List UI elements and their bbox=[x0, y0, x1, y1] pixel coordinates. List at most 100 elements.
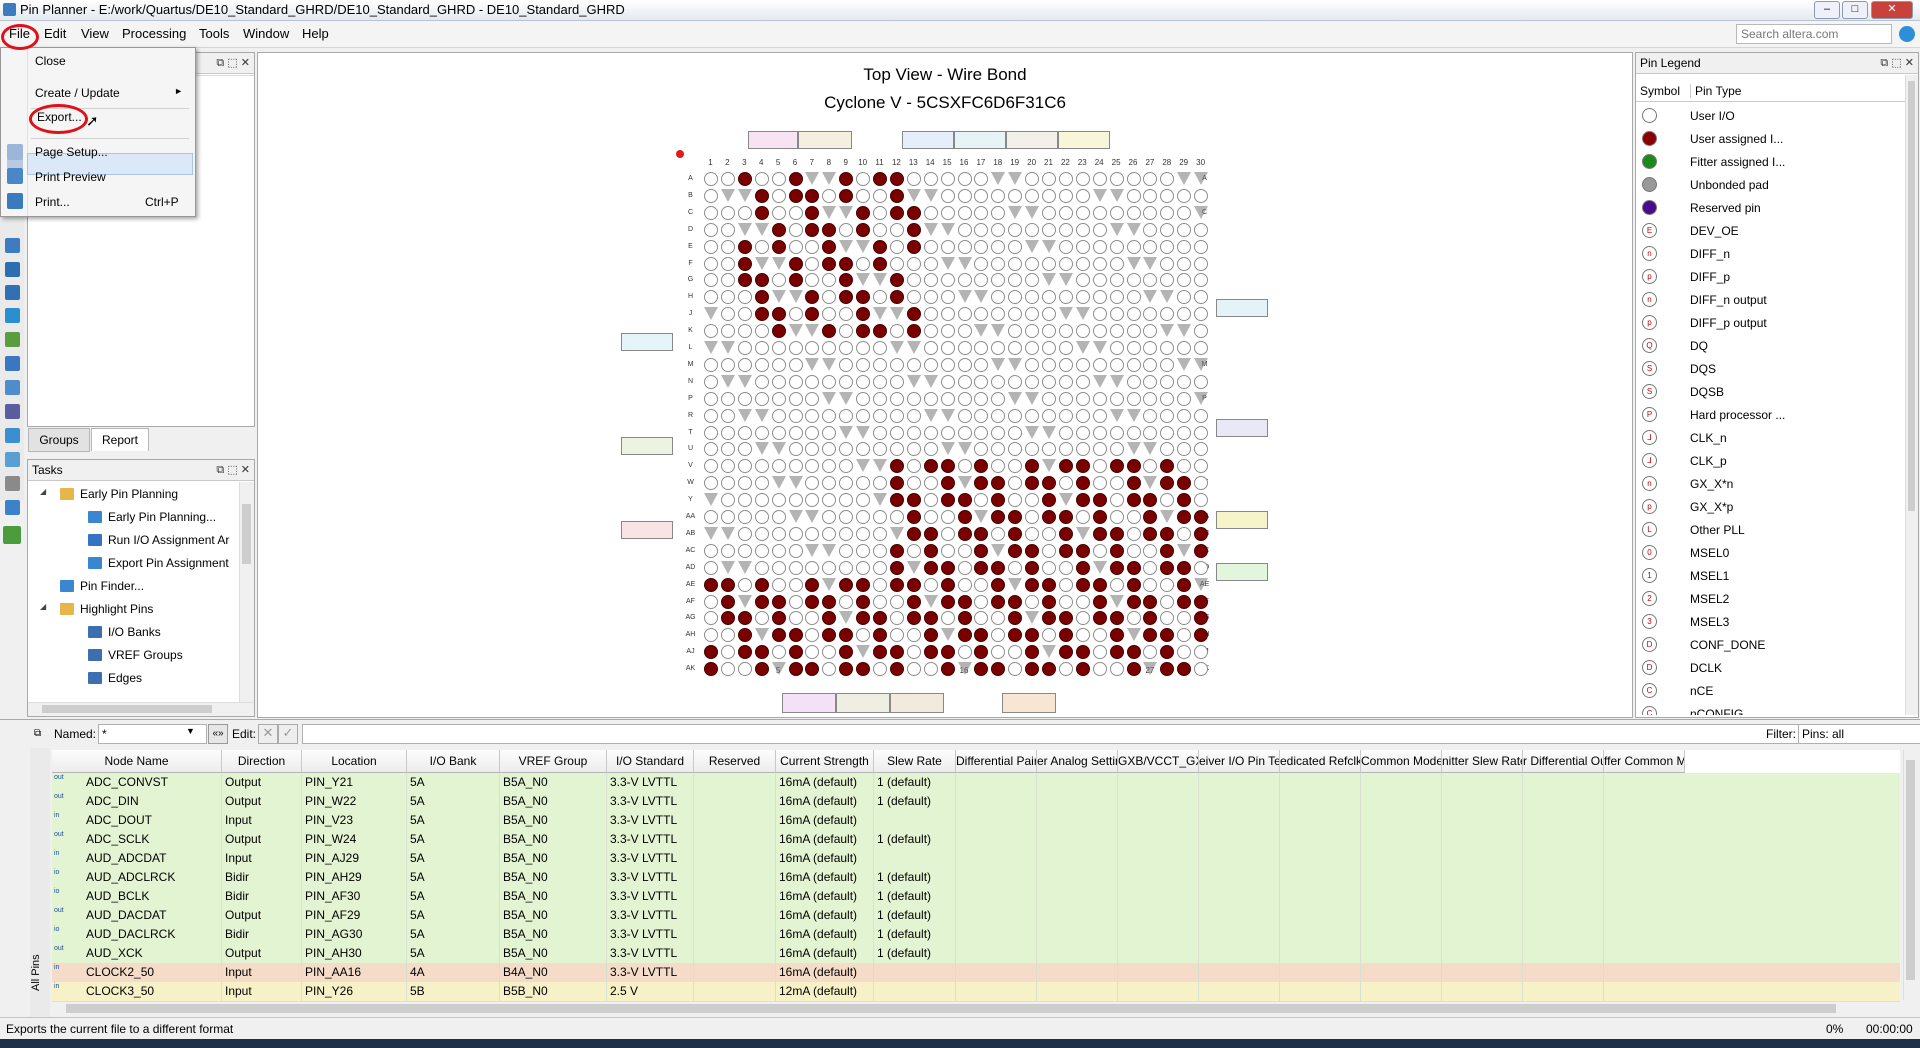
pin-cell[interactable] bbox=[974, 391, 989, 406]
pin-cell[interactable] bbox=[805, 239, 820, 254]
pin-cell[interactable] bbox=[856, 256, 871, 271]
pin-cell[interactable] bbox=[1008, 594, 1023, 609]
pin-cell[interactable] bbox=[873, 408, 887, 423]
pin-cell[interactable] bbox=[1194, 357, 1209, 371]
pin-cell[interactable] bbox=[720, 239, 735, 254]
pin-cell[interactable] bbox=[788, 493, 803, 508]
io-bank-box[interactable] bbox=[1002, 693, 1056, 713]
pin-cell[interactable] bbox=[1042, 442, 1056, 457]
pin-cell[interactable] bbox=[873, 476, 887, 491]
pin-cell[interactable] bbox=[805, 222, 820, 237]
pin-cell[interactable] bbox=[957, 476, 972, 490]
pin-cell[interactable] bbox=[957, 341, 972, 355]
pin-cell[interactable] bbox=[957, 560, 972, 575]
column-header[interactable]: Differential Pair bbox=[956, 750, 1037, 773]
pin-cell[interactable] bbox=[1025, 307, 1040, 322]
pin-cell[interactable] bbox=[839, 442, 854, 457]
pin-cell[interactable] bbox=[991, 205, 1006, 220]
pin-cell[interactable] bbox=[856, 543, 871, 558]
pin-cell[interactable] bbox=[1160, 611, 1175, 626]
pin-cell[interactable] bbox=[822, 594, 837, 609]
pin-cell[interactable] bbox=[906, 442, 921, 457]
pin-cell[interactable] bbox=[923, 645, 938, 660]
pin-cell[interactable] bbox=[1126, 222, 1141, 236]
pin-cell[interactable] bbox=[1042, 425, 1056, 439]
io-bank-box[interactable] bbox=[621, 437, 673, 455]
pin-cell[interactable] bbox=[788, 459, 803, 474]
pin-cell[interactable] bbox=[737, 510, 752, 524]
pin-cell[interactable] bbox=[1109, 577, 1124, 592]
pin-cell[interactable] bbox=[839, 290, 854, 305]
pin-cell[interactable] bbox=[1058, 543, 1073, 558]
pin-cell[interactable] bbox=[940, 662, 955, 677]
pin-cell[interactable] bbox=[788, 442, 803, 457]
pin-cell[interactable] bbox=[957, 307, 972, 322]
pin-cell[interactable] bbox=[1008, 239, 1023, 254]
pin-cell[interactable] bbox=[788, 594, 803, 609]
pin-cell[interactable] bbox=[1194, 594, 1209, 609]
pin-cell[interactable] bbox=[1109, 543, 1124, 558]
pin-cell[interactable] bbox=[906, 510, 921, 524]
pin-cell[interactable] bbox=[856, 560, 871, 575]
menu-window[interactable]: Window bbox=[243, 26, 289, 41]
column-header[interactable]: Location bbox=[302, 750, 407, 773]
pin-cell[interactable] bbox=[940, 188, 955, 203]
pin-cell[interactable] bbox=[805, 408, 820, 423]
pin-cell[interactable] bbox=[957, 188, 972, 203]
pin-cell[interactable] bbox=[1092, 324, 1107, 339]
pin-cell[interactable] bbox=[822, 324, 837, 339]
pin-cell[interactable] bbox=[788, 256, 803, 271]
pin-cell[interactable] bbox=[974, 543, 989, 558]
pin-cell[interactable] bbox=[1092, 408, 1107, 423]
pin-cell[interactable] bbox=[923, 662, 938, 677]
pin-cell[interactable] bbox=[771, 188, 786, 203]
pin-cell[interactable] bbox=[1143, 476, 1158, 490]
pin-cell[interactable] bbox=[1126, 290, 1141, 305]
pin-cell[interactable] bbox=[923, 324, 938, 339]
io-bank-box[interactable] bbox=[748, 131, 798, 149]
legend-scrollbar[interactable] bbox=[1905, 75, 1918, 715]
pin-cell[interactable] bbox=[1092, 510, 1107, 524]
pin-cell[interactable] bbox=[771, 662, 786, 676]
pin-cell[interactable] bbox=[1126, 645, 1141, 660]
table-row[interactable]: io AUD_BCLK Bidir PIN_AF30 5A B5A_N0 3.3-V LVT… bbox=[52, 887, 1900, 907]
pin-cell[interactable] bbox=[1008, 442, 1023, 457]
pin-cell[interactable] bbox=[839, 476, 854, 491]
pin-cell[interactable] bbox=[1194, 172, 1209, 185]
pin-cell[interactable] bbox=[1075, 459, 1090, 474]
pin-cell[interactable] bbox=[771, 341, 786, 355]
globe-icon[interactable] bbox=[1899, 26, 1915, 42]
pin-cell[interactable] bbox=[1008, 273, 1023, 288]
pin-cell[interactable] bbox=[906, 628, 921, 643]
pin-cell[interactable] bbox=[1008, 510, 1023, 524]
io-bank-box[interactable] bbox=[621, 521, 673, 539]
pin-cell[interactable] bbox=[923, 510, 938, 524]
pin-cell[interactable] bbox=[1092, 594, 1107, 609]
column-header[interactable]: Common Mode D bbox=[1361, 750, 1442, 773]
pin-cell[interactable] bbox=[1092, 459, 1107, 474]
pin-cell[interactable] bbox=[1058, 374, 1073, 389]
pin-cell[interactable] bbox=[1075, 594, 1090, 609]
pin-cell[interactable] bbox=[1058, 391, 1073, 406]
pin-cell[interactable] bbox=[856, 425, 871, 439]
pin-cell[interactable] bbox=[737, 662, 752, 677]
table-row[interactable]: in CLOCK3_50 Input PIN_Y26 5B B5B_N0 2.5 V 12mA… bbox=[52, 982, 1900, 1002]
pin-cell[interactable] bbox=[923, 526, 938, 541]
pin-cell[interactable] bbox=[1058, 476, 1073, 491]
pin-cell[interactable] bbox=[754, 205, 769, 220]
pin-cell[interactable] bbox=[754, 493, 769, 508]
pin-cell[interactable] bbox=[1143, 594, 1158, 609]
pin-cell[interactable] bbox=[873, 577, 887, 592]
pin-cell[interactable] bbox=[1058, 290, 1073, 305]
panel-buttons[interactable]: ⧉ ⬚ ✕ bbox=[216, 56, 250, 70]
pin-cell[interactable] bbox=[1058, 307, 1073, 321]
pin-cell[interactable] bbox=[1008, 628, 1023, 643]
pin-cell[interactable] bbox=[1126, 662, 1141, 677]
all-pins-tab[interactable]: All Pins bbox=[30, 938, 42, 1008]
pin-cell[interactable] bbox=[1075, 222, 1090, 237]
pin-cell[interactable] bbox=[805, 493, 820, 508]
pin-cell[interactable] bbox=[720, 645, 735, 660]
pin-cell[interactable] bbox=[906, 341, 921, 354]
pin-cell[interactable] bbox=[974, 459, 989, 474]
pin-cell[interactable] bbox=[788, 222, 803, 237]
